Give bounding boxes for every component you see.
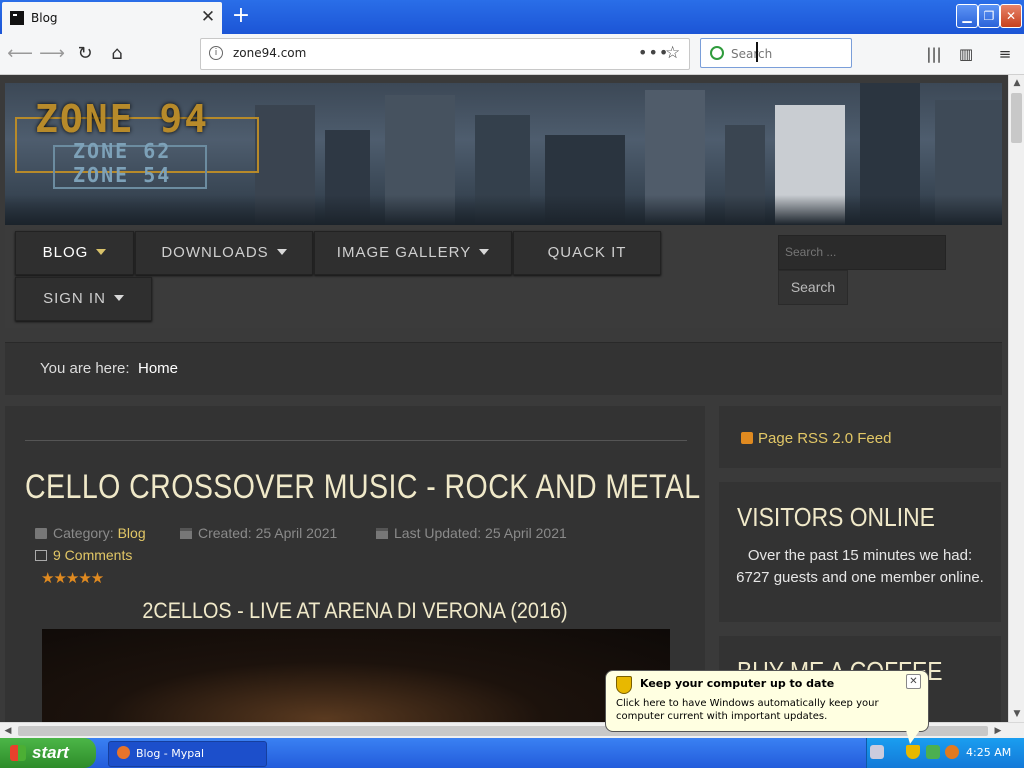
info-icon[interactable]: i [209, 46, 223, 60]
notification-close-button[interactable]: ✕ [906, 674, 921, 689]
scroll-up-arrow-icon[interactable]: ▲ [1009, 75, 1024, 91]
start-button[interactable]: start [0, 738, 96, 768]
library-icon[interactable]: ||| [920, 40, 948, 68]
menu-item-downloads[interactable]: DOWNLOADS [135, 231, 313, 275]
clock[interactable]: 4:25 AM [966, 746, 1011, 759]
keyboard-icon[interactable] [870, 745, 884, 759]
article-title[interactable]: CELLO CROSSOVER MUSIC - ROCK AND METAL [25, 468, 701, 507]
menu-label: IMAGE GALLERY [336, 244, 472, 261]
menu-item-image-gallery[interactable]: IMAGE GALLERY [314, 231, 512, 275]
logo-subtitle-2: ZONE 54 [73, 163, 172, 187]
category-label: Category: [53, 525, 114, 541]
dropdown-caret-icon [96, 249, 107, 255]
breadcrumb-label: You are here: [40, 360, 130, 377]
dropdown-caret-icon [479, 249, 490, 255]
main-menu: BLOG DOWNLOADS IMAGE GALLERY QUACK IT SI… [5, 225, 1002, 328]
scroll-right-arrow-icon[interactable]: ▶ [990, 723, 1006, 739]
notification-body: Click here to have Windows automatically… [616, 698, 879, 722]
home-button[interactable]: ⌂ [103, 40, 131, 68]
taskbar-item-browser[interactable]: Blog - Mypal [108, 741, 267, 767]
scroll-down-arrow-icon[interactable]: ▼ [1009, 706, 1024, 722]
visitors-text: Over the past 15 minutes we had: 6727 gu… [736, 547, 984, 586]
update-notification-balloon[interactable]: Keep your computer up to date Click here… [605, 670, 929, 744]
new-tab-button[interactable]: + [228, 3, 254, 29]
created-date: Created: 25 April 2021 [198, 525, 338, 541]
site-search-button[interactable]: Search [778, 270, 848, 305]
browser-icon [117, 746, 130, 759]
task-item-label: Blog - Mypal [136, 747, 205, 760]
browser-search-input[interactable] [729, 43, 848, 65]
rss-label: Page RSS 2.0 Feed [758, 430, 892, 447]
breadcrumb: You are here: Home [5, 342, 1002, 395]
security-shield-icon[interactable] [906, 745, 920, 759]
window-close-button[interactable]: ✕ [1000, 4, 1022, 28]
article-comments: 9 Comments [35, 547, 132, 563]
video-player[interactable] [42, 629, 670, 722]
calendar-icon [180, 528, 192, 539]
search-tray-icon[interactable] [945, 745, 959, 759]
url-bar[interactable]: i zone94.com ••• ☆ [200, 38, 690, 70]
article-updated: Last Updated: 25 April 2021 [376, 525, 567, 541]
rss-module: Page RSS 2.0 Feed [719, 406, 1001, 468]
menu-item-sign-in[interactable]: SIGN IN [15, 277, 152, 321]
url-text: zone94.com [233, 46, 307, 60]
back-button[interactable]: ⟵ [6, 40, 34, 68]
divider [25, 440, 687, 441]
menu-label: DOWNLOADS [161, 244, 269, 261]
comments-link[interactable]: 9 Comments [53, 547, 132, 563]
menu-item-blog[interactable]: BLOG [15, 231, 134, 275]
start-label: start [32, 743, 69, 762]
menu-label: SIGN IN [43, 290, 106, 307]
balloon-tail [906, 730, 920, 744]
site-search-input[interactable] [779, 236, 942, 268]
window-minimize-button[interactable]: ▁ [956, 4, 978, 28]
logo-subtitle-1: ZONE 62 [73, 139, 172, 163]
comment-icon [35, 550, 47, 561]
category-link[interactable]: Blog [118, 525, 146, 541]
bookmark-star-icon[interactable]: ☆ [665, 43, 680, 63]
search-icon [710, 46, 724, 60]
browser-tab[interactable]: Blog ✕ [2, 2, 222, 34]
sidebar-toggle-icon[interactable]: ▥ [952, 40, 980, 68]
forward-button[interactable]: ⟶ [38, 40, 66, 68]
rating-stars[interactable]: ★★★★★ [41, 569, 104, 587]
shield-icon [616, 676, 632, 694]
tab-title: Blog [31, 11, 58, 25]
reload-button[interactable]: ↻ [71, 40, 99, 68]
navigation-toolbar: ⟵ ⟶ ↻ ⌂ i zone94.com ••• ☆ ||| ▥ ≡ [0, 34, 1024, 75]
article-category: Category: Blog [35, 525, 146, 541]
network-icon[interactable] [926, 745, 940, 759]
dropdown-caret-icon [113, 295, 124, 301]
video-title: 2CELLOS - LIVE AT ARENA DI VERONA (2016) [142, 598, 568, 623]
article-created: Created: 25 April 2021 [180, 525, 337, 541]
site-search-box[interactable] [778, 235, 946, 270]
windows-flag-icon [10, 745, 26, 761]
rss-icon [741, 432, 753, 444]
browser-search-box[interactable] [700, 38, 852, 68]
tab-close-button[interactable]: ✕ [198, 7, 218, 27]
vertical-scrollbar[interactable]: ▲ ▼ [1008, 75, 1024, 722]
site-banner[interactable]: ZONE 94 ZONE 62 ZONE 54 [5, 83, 1002, 225]
breadcrumb-current: Home [138, 360, 179, 377]
updated-date: Last Updated: 25 April 2021 [394, 525, 567, 541]
favicon-icon [10, 11, 24, 25]
dropdown-caret-icon [276, 249, 287, 255]
site-logo[interactable]: ZONE 94 [35, 97, 209, 141]
folder-icon [35, 528, 47, 539]
scroll-left-arrow-icon[interactable]: ◀ [0, 723, 16, 739]
text-cursor [756, 42, 758, 62]
rss-feed-link[interactable]: Page RSS 2.0 Feed [741, 430, 891, 447]
visitors-module: VISITORS ONLINE Over the past 15 minutes… [719, 482, 1001, 622]
page-viewport: ZONE 94 ZONE 62 ZONE 54 BLOG DOWNLOADS I… [0, 75, 1008, 722]
menu-label: BLOG [42, 244, 89, 261]
menu-hamburger-icon[interactable]: ≡ [991, 40, 1019, 68]
calendar-icon [376, 528, 388, 539]
vertical-scroll-thumb[interactable] [1011, 93, 1022, 143]
notification-title: Keep your computer up to date [640, 677, 835, 690]
menu-item-quack-it[interactable]: QUACK IT [513, 231, 661, 275]
article-panel: CELLO CROSSOVER MUSIC - ROCK AND METAL C… [5, 406, 705, 722]
visitors-title: VISITORS ONLINE [737, 502, 935, 532]
window-maximize-button[interactable]: ❐ [978, 4, 1000, 28]
menu-label: QUACK IT [547, 244, 627, 261]
